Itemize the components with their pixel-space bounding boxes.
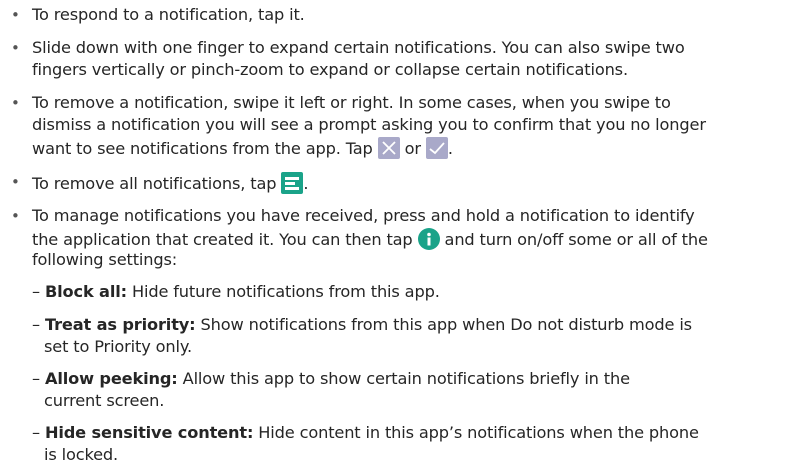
setting-name: Allow peeking: (44, 369, 178, 388)
check-icon (425, 137, 448, 159)
setting-block-all: – Block all: Hide future notifications f… (32, 282, 440, 302)
bullet-5-line-3: following settings: (32, 250, 178, 269)
dash: – (32, 315, 40, 334)
clear-all-icon (281, 172, 304, 194)
setting-desc: Allow this app to show certain notificat… (182, 369, 630, 388)
bullet-1-line-1: To respond to a notification, tap it. (32, 5, 305, 24)
bullet-marker: • (11, 173, 20, 191)
bullet-4-line-1: To remove all notifications, tap . (32, 172, 309, 194)
bullet-marker: • (11, 207, 20, 225)
setting-name: Block all: (44, 282, 127, 301)
setting-hide-sensitive-cont: is locked. (44, 445, 119, 464)
dash: – (32, 282, 40, 301)
setting-treat-as-priority-cont: set to Priority only. (44, 337, 192, 356)
setting-name: Treat as priority: (44, 315, 196, 334)
setting-hide-sensitive: – Hide sensitive content: Hide content i… (32, 423, 699, 443)
setting-allow-peeking-cont: current screen. (44, 391, 165, 410)
bullet-2-line-2: fingers vertically or pinch-zoom to expa… (32, 60, 628, 79)
bullet-5-line-2-rest: and turn on/off some or all of the (444, 230, 708, 249)
setting-desc: Hide future notifications from this app. (131, 282, 440, 301)
bullet-3-line-1: To remove a notification, swipe it left … (32, 93, 671, 112)
bullet-marker: • (11, 39, 20, 57)
period: . (447, 139, 453, 158)
setting-name: Hide sensitive content: (44, 423, 254, 442)
close-x-icon (377, 137, 400, 159)
bullet-3-line-2: dismiss a notification you will see a pr… (32, 115, 706, 134)
dash: – (32, 423, 40, 442)
instructions-page: • To respond to a notification, tap it. … (0, 0, 785, 464)
bullet-3-line-3-text: want to see notifications from the app. … (32, 139, 373, 158)
setting-allow-peeking: – Allow peeking: Allow this app to show … (32, 369, 630, 389)
period: . (303, 174, 309, 193)
setting-desc: Show notifications from this app when Do… (200, 315, 693, 334)
bullet-5-line-1: To manage notifications you have receive… (32, 206, 695, 225)
bullet-5-line-2: the application that created it. You can… (32, 228, 708, 250)
bullet-marker: • (11, 6, 20, 24)
dash: – (32, 369, 40, 388)
bullet-marker: • (11, 94, 20, 112)
info-icon (417, 228, 440, 250)
bullet-5-line-2-text: the application that created it. You can… (32, 230, 413, 249)
setting-desc: Hide content in this app’s notifications… (258, 423, 699, 442)
or-text: or (404, 139, 421, 158)
setting-treat-as-priority: – Treat as priority: Show notifications … (32, 315, 692, 335)
bullet-2-line-1: Slide down with one finger to expand cer… (32, 38, 685, 57)
bullet-4-text: To remove all notifications, tap (32, 174, 277, 193)
bullet-3-line-3: want to see notifications from the app. … (32, 137, 453, 159)
